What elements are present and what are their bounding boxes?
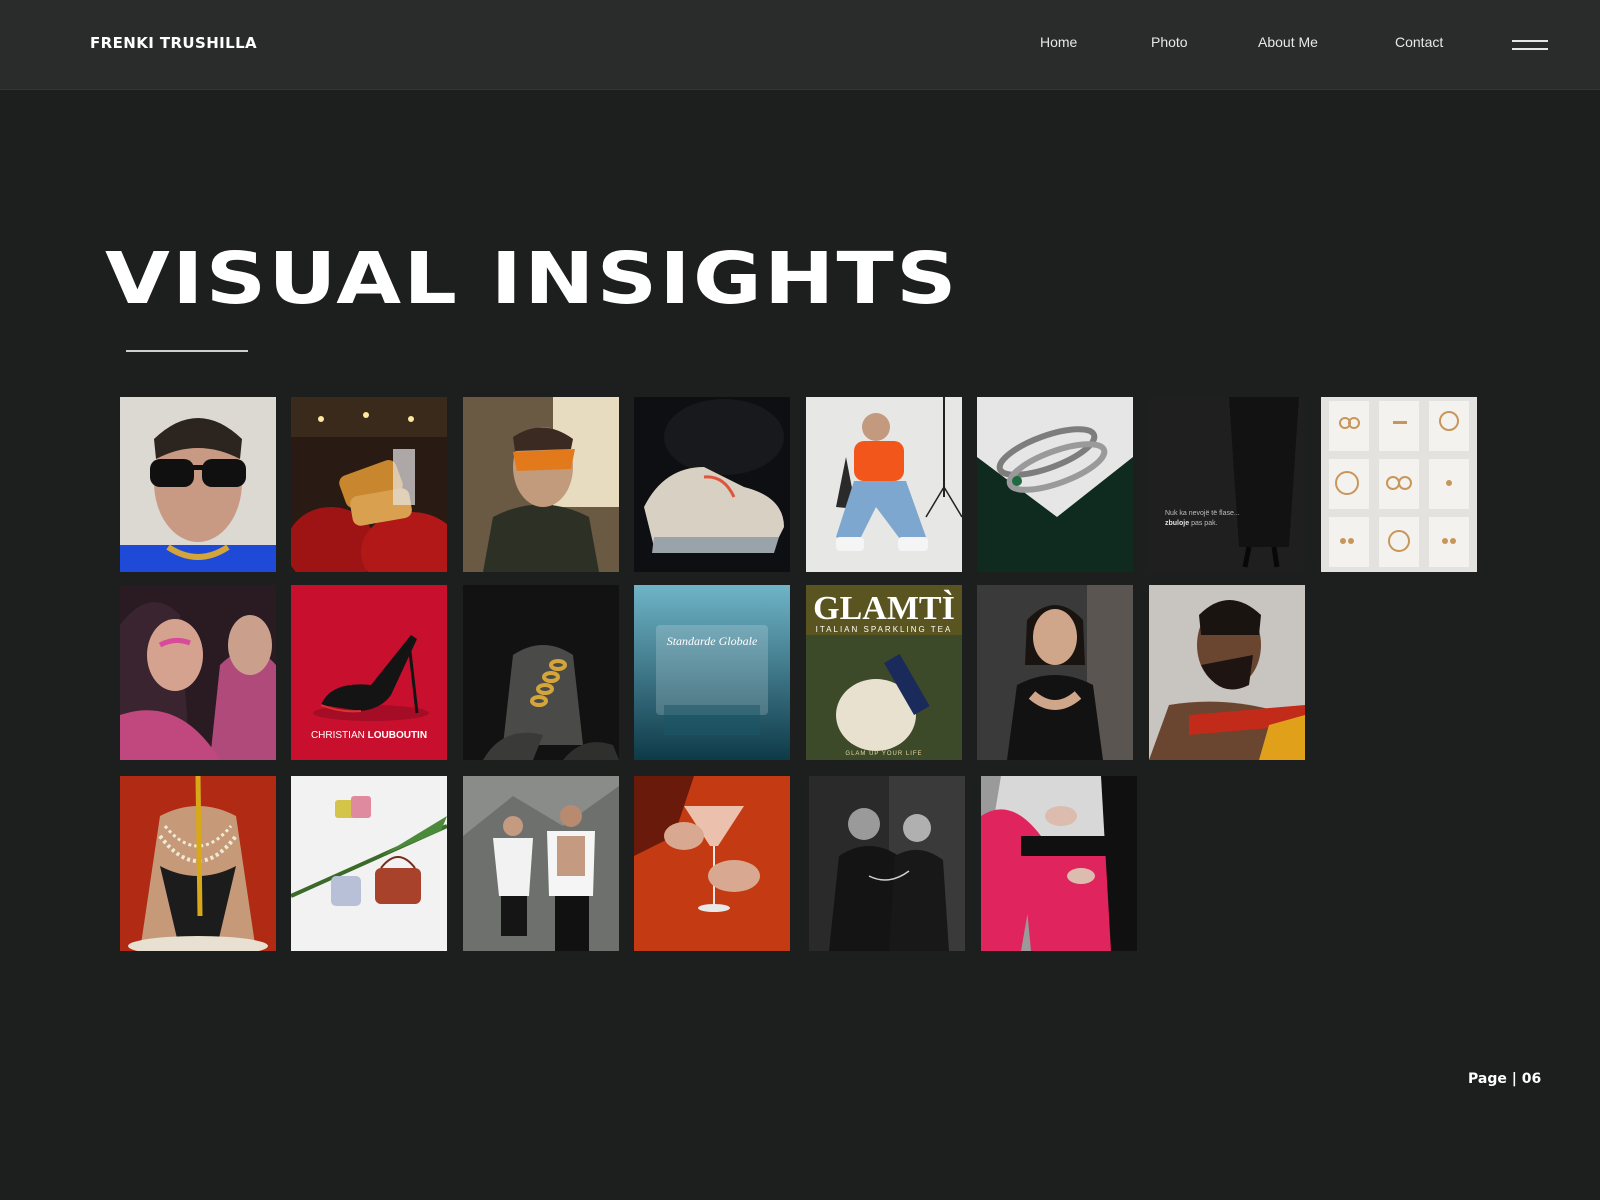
photo-tile-glamti-tea[interactable]: GLAMTÌ ITALIAN SPARKLING TEA GLAM UP YOU…	[806, 585, 962, 760]
photo-tile-black-dress-woman[interactable]	[977, 585, 1133, 760]
photo-tile-cocktail-glass[interactable]	[634, 776, 790, 951]
photo-tile-black-dress-quote[interactable]: Nuk ka nevojë të flase... zbuloje pas pa…	[1149, 397, 1305, 572]
glamti-footer: GLAM UP YOUR LIFE	[845, 751, 922, 757]
photo-tile-mini-bags-branch[interactable]	[291, 776, 447, 951]
glamti-title: GLAMTÌ	[813, 590, 955, 627]
photo-tile-visor-man[interactable]	[463, 397, 619, 572]
photo-tile-pink-makeup-duo[interactable]	[120, 585, 276, 760]
photo-tile-running-shoe[interactable]	[634, 397, 790, 572]
page-number: Page | 06	[1468, 1071, 1542, 1087]
photo-grid: Nuk ka nevojë të flase... zbuloje pas pa…	[0, 0, 1600, 1200]
photo-tile-christian-louboutin[interactable]: CHRISTIAN LOUBOUTIN	[291, 585, 447, 760]
photo-tile-gold-earrings-catalog[interactable]	[1321, 397, 1477, 572]
photo-tile-gold-chain-rock[interactable]	[463, 585, 619, 760]
standarde-title: Standarde Globale	[667, 634, 758, 648]
photo-tile-emerald-bracelets[interactable]	[977, 397, 1133, 572]
quote-line-1: Nuk ka nevojë të flase...	[1165, 510, 1240, 517]
photo-tile-black-hoodie-couple[interactable]	[809, 776, 965, 951]
photo-tile-orange-top-model[interactable]	[806, 397, 962, 572]
brand-logo[interactable]: FRENKI TRUSHILLA	[90, 34, 257, 52]
nav-about-me[interactable]: About Me	[1258, 34, 1318, 50]
nav-photo[interactable]: Photo	[1151, 34, 1188, 50]
hamburger-menu-icon[interactable]	[1512, 38, 1548, 52]
photo-tile-couple-mountain[interactable]	[463, 776, 619, 951]
title-underline	[126, 350, 248, 352]
quote-line-2: zbuloje pas pak.	[1165, 520, 1218, 527]
page-title: VISUAL INSIGHTS	[105, 237, 959, 320]
photo-tile-bearded-man-profile[interactable]	[1149, 585, 1305, 760]
nav-home[interactable]: Home	[1040, 34, 1077, 50]
photo-tile-standarde-globale[interactable]: Standarde Globale	[634, 585, 790, 760]
top-navigation-bar: FRENKI TRUSHILLA Home Photo About Me Con…	[0, 0, 1600, 90]
photo-tile-pink-satin-outfit[interactable]	[981, 776, 1137, 951]
photo-tile-sunglasses-portrait[interactable]	[120, 397, 276, 572]
nav-contact[interactable]: Contact	[1395, 34, 1443, 50]
louboutin-label: CHRISTIAN LOUBOUTIN	[311, 730, 427, 741]
photo-tile-pearls-necklace[interactable]	[120, 776, 276, 951]
glamti-subtitle: ITALIAN SPARKLING TEA	[816, 625, 953, 634]
photo-tile-theater-sneakers[interactable]	[291, 397, 447, 572]
